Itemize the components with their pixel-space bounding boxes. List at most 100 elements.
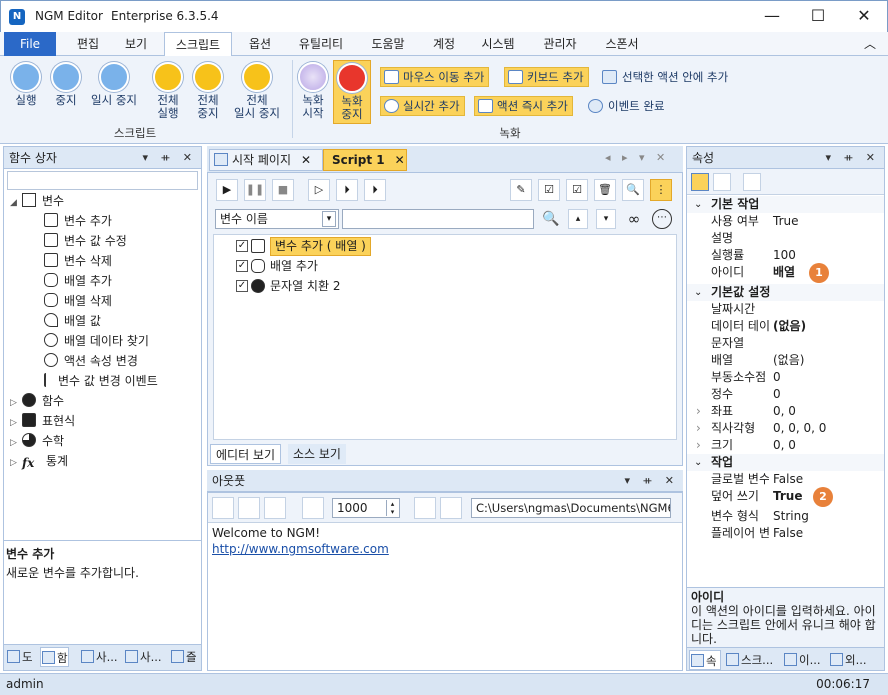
stop-button[interactable]: 중지 <box>46 62 86 107</box>
close-tab-icon[interactable]: ✕ <box>301 153 311 167</box>
sort-alpha-icon[interactable] <box>713 173 731 191</box>
tab-start-page[interactable]: 시작 페이지 ✕ <box>209 149 323 171</box>
pause-button[interactable]: 일시 중지 <box>86 62 142 107</box>
tree-item-variable-change-event[interactable]: 변수 값 변경 이벤트 <box>10 371 200 391</box>
search-icon[interactable]: 🔍 <box>540 208 562 230</box>
tab-edit[interactable]: 편집 <box>70 32 106 56</box>
tree-item-add-variable[interactable]: 변수 추가 <box>10 211 200 231</box>
add-inside-action-button[interactable]: 선택한 액션 안에 추가 <box>600 67 728 87</box>
tree-item-find-array-data[interactable]: 배열 데이타 찾기 <box>10 331 200 351</box>
property-row[interactable]: 글로벌 변수 False <box>687 471 884 488</box>
property-row[interactable]: 덮어 쓰기 True 2 <box>687 487 884 508</box>
move-up-button[interactable]: ▴ <box>568 209 588 229</box>
list-icon[interactable] <box>264 497 286 519</box>
add-action-now-button[interactable]: 액션 즉시 추가 <box>474 96 573 116</box>
tab-script[interactable]: 스크립트 <box>164 32 232 57</box>
add-keyboard-button[interactable]: 키보드 추가 <box>504 67 589 87</box>
property-value[interactable]: 0, 0 <box>773 437 796 454</box>
delete-button[interactable]: 🗑 <box>594 179 616 201</box>
property-row[interactable]: 변수 형식 String <box>687 508 884 525</box>
action-checkbox[interactable]: ✓ <box>236 240 248 252</box>
property-row[interactable]: › 좌표 0, 0 <box>687 403 884 420</box>
tree-item-edit-variable[interactable]: 변수 값 수정 <box>10 231 200 251</box>
property-value[interactable]: 0 <box>773 386 781 403</box>
panel-header-icons[interactable]: ▾ ᚑ ✕ <box>142 147 197 169</box>
tab-left-2[interactable]: 사... <box>80 647 118 667</box>
tab-external[interactable]: 외... <box>829 650 867 670</box>
tree-item-array-value[interactable]: 배열 값 <box>10 311 200 331</box>
spinner-icon[interactable]: ▴ ▾ <box>386 500 398 516</box>
tab-account[interactable]: 계정 <box>426 32 462 56</box>
eraser-icon[interactable] <box>302 497 324 519</box>
panel-header-icons[interactable]: ▾ ᚑ ✕ <box>624 470 679 492</box>
property-value[interactable]: True <box>773 213 799 230</box>
close-button[interactable]: ✕ <box>841 1 887 33</box>
tree-view-button[interactable]: ⋮ <box>650 179 672 201</box>
property-row[interactable]: 정수 0 <box>687 386 884 403</box>
property-row[interactable]: 문자열 <box>687 335 884 352</box>
tree-item-add-array[interactable]: 배열 추가 <box>10 271 200 291</box>
tree-item-change-action-property[interactable]: 액션 속성 변경 <box>10 351 200 371</box>
find-button[interactable]: 🔍 <box>622 179 644 201</box>
variable-search-input[interactable] <box>342 209 534 229</box>
property-category[interactable]: ⌄ 작업 <box>687 454 884 471</box>
property-value[interactable]: 배열 <box>773 264 795 281</box>
tree-item-delete-array[interactable]: 배열 삭제 <box>10 291 200 311</box>
save-icon[interactable] <box>414 497 436 519</box>
expand-icon[interactable]: › <box>696 420 701 437</box>
tab-script-1[interactable]: Script 1 ✕ <box>323 149 407 171</box>
expand-icon[interactable]: ▷ <box>10 393 22 413</box>
tree-node-variables[interactable]: ◢ 변수 <box>10 191 200 211</box>
collapse-ribbon-icon[interactable]: ︿ <box>860 32 880 56</box>
action-row[interactable]: ✓ 변수 추가 ( 배열 ) <box>214 236 676 256</box>
document-icon[interactable] <box>238 497 260 519</box>
tab-admin[interactable]: 관리자 <box>536 32 584 56</box>
event-complete-button[interactable]: 이벤트 완료 <box>586 96 665 116</box>
property-row[interactable]: › 직사각형 0, 0, 0, 0 <box>687 420 884 437</box>
collapse-icon[interactable]: ⌄ <box>694 284 702 301</box>
pause-all-button[interactable]: 전체 일시 중지 <box>228 62 286 120</box>
tree-node-math[interactable]: ▷ 수학 <box>10 431 200 451</box>
tab-options[interactable]: 옵션 <box>242 32 278 56</box>
uncheck-button[interactable]: ☑ <box>566 179 588 201</box>
tab-image[interactable]: 이... <box>783 650 821 670</box>
action-checkbox[interactable]: ✓ <box>236 280 248 292</box>
expand-icon[interactable]: › <box>696 403 701 420</box>
property-row[interactable]: 아이디 배열 1 <box>687 263 884 284</box>
play-button[interactable]: ▶ <box>216 179 238 201</box>
action-checkbox[interactable]: ✓ <box>236 260 248 272</box>
expand-icon[interactable]: ▷ <box>10 453 22 473</box>
property-value[interactable]: String <box>773 508 809 525</box>
tree-node-statistics[interactable]: ▷ fx 통계 <box>10 451 200 471</box>
tab-view[interactable]: 보기 <box>118 32 154 56</box>
folder-icon[interactable] <box>440 497 462 519</box>
panel-header-icons[interactable]: ▾ ᚑ ✕ <box>825 147 880 169</box>
property-row[interactable]: 사용 여부 True <box>687 213 884 230</box>
tree-node-expressions[interactable]: ▷ 표현식 <box>10 411 200 431</box>
tab-source-view[interactable]: 소스 보기 <box>288 444 346 464</box>
edit-button[interactable]: ✎ <box>510 179 532 201</box>
tab-sponsor[interactable]: 스폰서 <box>598 32 646 56</box>
action-row[interactable]: ✓ 배열 추가 <box>214 256 676 276</box>
record-stop-button[interactable]: 녹화 중지 <box>333 60 371 124</box>
collapse-icon[interactable]: ⌄ <box>694 454 702 471</box>
document-nav-icons[interactable]: ◂ ▸ ▾ ✕ <box>605 151 669 164</box>
tab-properties[interactable]: 속 <box>689 650 721 670</box>
property-row[interactable]: 날짜시간 <box>687 301 884 318</box>
property-row[interactable]: 실행률 100 <box>687 247 884 264</box>
expand-icon[interactable]: ◢ <box>10 193 22 213</box>
tab-help[interactable]: 도움말 <box>364 32 412 56</box>
property-value[interactable]: 100 <box>773 247 796 264</box>
tab-left-4[interactable]: 즐 <box>170 647 197 667</box>
property-value[interactable]: 0 <box>773 369 781 386</box>
property-category[interactable]: ⌄ 기본값 설정 <box>687 284 884 301</box>
stop-all-button[interactable]: 전체 중지 <box>188 62 228 120</box>
move-down-button[interactable]: ▾ <box>596 209 616 229</box>
add-mouse-move-button[interactable]: 마우스 이동 추가 <box>380 67 490 87</box>
tab-script[interactable]: 스크... <box>725 650 773 670</box>
tab-system[interactable]: 시스템 <box>474 32 522 56</box>
tab-file[interactable]: File <box>4 32 56 56</box>
broom-icon[interactable] <box>212 497 234 519</box>
property-row[interactable]: 배열 (없음) <box>687 352 884 369</box>
step-button[interactable]: ▷ <box>308 179 330 201</box>
